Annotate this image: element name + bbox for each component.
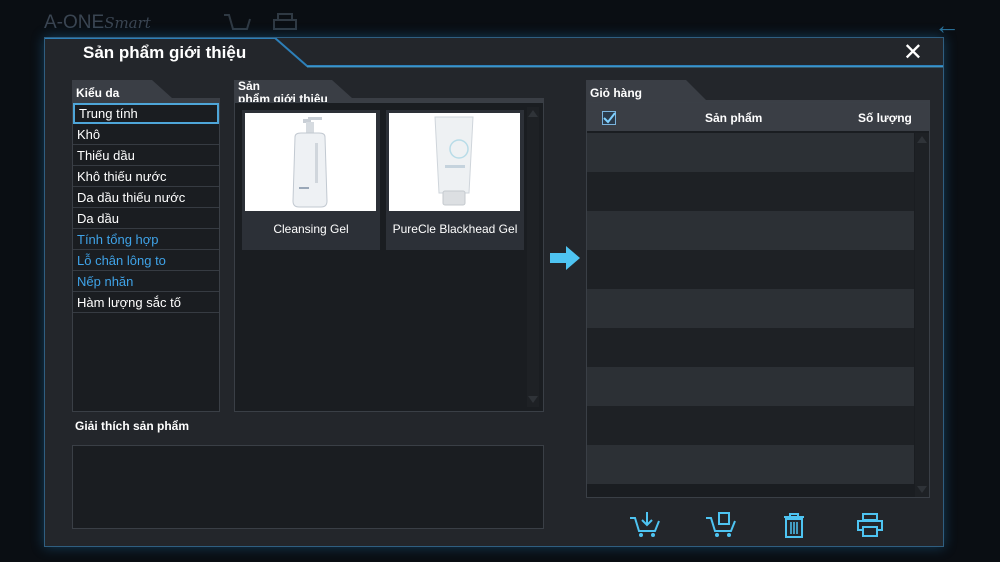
skin-type-item[interactable]: Da dầu xyxy=(73,208,219,229)
product-name: Cleansing Gel xyxy=(273,222,349,236)
cart-icon xyxy=(224,14,251,30)
skin-type-item[interactable]: Khô xyxy=(73,124,219,145)
product-description-box xyxy=(72,445,544,529)
cart-row[interactable] xyxy=(587,250,914,289)
cart-tab[interactable]: Giỏ hàng xyxy=(590,86,642,100)
dialog-title: Sản phẩm giới thiệu xyxy=(83,43,247,62)
background-app-header: A-ONESmart ← xyxy=(0,0,1000,40)
cart-row[interactable] xyxy=(587,367,914,406)
tube-icon xyxy=(434,116,474,206)
skin-type-item[interactable]: Trung tính xyxy=(73,103,219,124)
cart-row[interactable] xyxy=(587,172,914,211)
product-image xyxy=(245,113,376,211)
skin-type-item[interactable]: Thiếu dầu xyxy=(73,145,219,166)
app-logo: A-ONESmart xyxy=(44,12,151,33)
cart-scrollbar[interactable] xyxy=(915,133,929,497)
scroll-down-icon[interactable] xyxy=(528,396,538,403)
skin-type-item[interactable]: Lỗ chân lông to xyxy=(73,250,219,271)
trash-icon[interactable] xyxy=(782,512,806,538)
product-description-label: Giải thích sản phẩm xyxy=(75,419,190,433)
skin-type-item[interactable]: Tính tổng hợp xyxy=(73,229,219,250)
scroll-up-icon[interactable] xyxy=(917,136,927,143)
scroll-up-icon[interactable] xyxy=(528,110,538,117)
cart-header-product: Sản phẩm xyxy=(705,111,763,125)
close-button[interactable]: ✕ xyxy=(903,41,923,65)
product-card[interactable]: Cleansing Gel xyxy=(242,110,380,250)
skin-type-item[interactable]: Da dầu thiếu nước xyxy=(73,187,219,208)
cart-row[interactable] xyxy=(587,211,914,250)
product-card[interactable]: PureCle Blackhead Gel xyxy=(386,110,524,250)
pump-bottle-icon xyxy=(292,117,328,208)
cart-row[interactable] xyxy=(587,328,914,367)
product-grid: Cleansing Gel PureCle Blackhead Gel xyxy=(234,102,544,412)
product-name: PureCle Blackhead Gel xyxy=(392,222,518,236)
add-to-cart-arrow-icon[interactable] xyxy=(548,245,582,271)
skin-type-list: Trung tính Khô Thiếu dầu Khô thiếu nước … xyxy=(72,102,220,412)
product-image xyxy=(389,113,520,211)
print-icon xyxy=(273,13,297,30)
cart-row[interactable] xyxy=(587,406,914,445)
cart-row[interactable] xyxy=(587,445,914,484)
cart-edit-icon[interactable] xyxy=(705,512,737,538)
cart-header-quantity: Số lượng xyxy=(858,111,912,125)
skin-type-tab[interactable]: Kiểu da xyxy=(76,86,119,100)
checkmark-icon xyxy=(603,112,616,124)
cart-row[interactable] xyxy=(587,289,914,328)
cart-table: Sản phẩm Số lượng xyxy=(586,102,930,498)
cart-add-icon[interactable] xyxy=(629,512,661,538)
recommended-products-dialog: Sản phẩm giới thiệu ✕ Kiểu da Trung tính… xyxy=(44,37,944,547)
cart-table-header: Sản phẩm Số lượng xyxy=(587,103,929,131)
skin-type-item[interactable]: Nếp nhăn xyxy=(73,271,219,292)
dialog-title-bar: Sản phẩm giới thiệu ✕ xyxy=(45,38,943,72)
skin-type-item[interactable]: Hàm lượng sắc tố xyxy=(73,292,219,313)
select-all-checkbox[interactable] xyxy=(602,111,616,125)
scroll-down-icon[interactable] xyxy=(917,486,927,493)
products-scrollbar[interactable] xyxy=(527,107,539,407)
cart-row[interactable] xyxy=(587,133,914,172)
print-icon[interactable] xyxy=(856,512,884,538)
skin-type-item[interactable]: Khô thiếu nước xyxy=(73,166,219,187)
